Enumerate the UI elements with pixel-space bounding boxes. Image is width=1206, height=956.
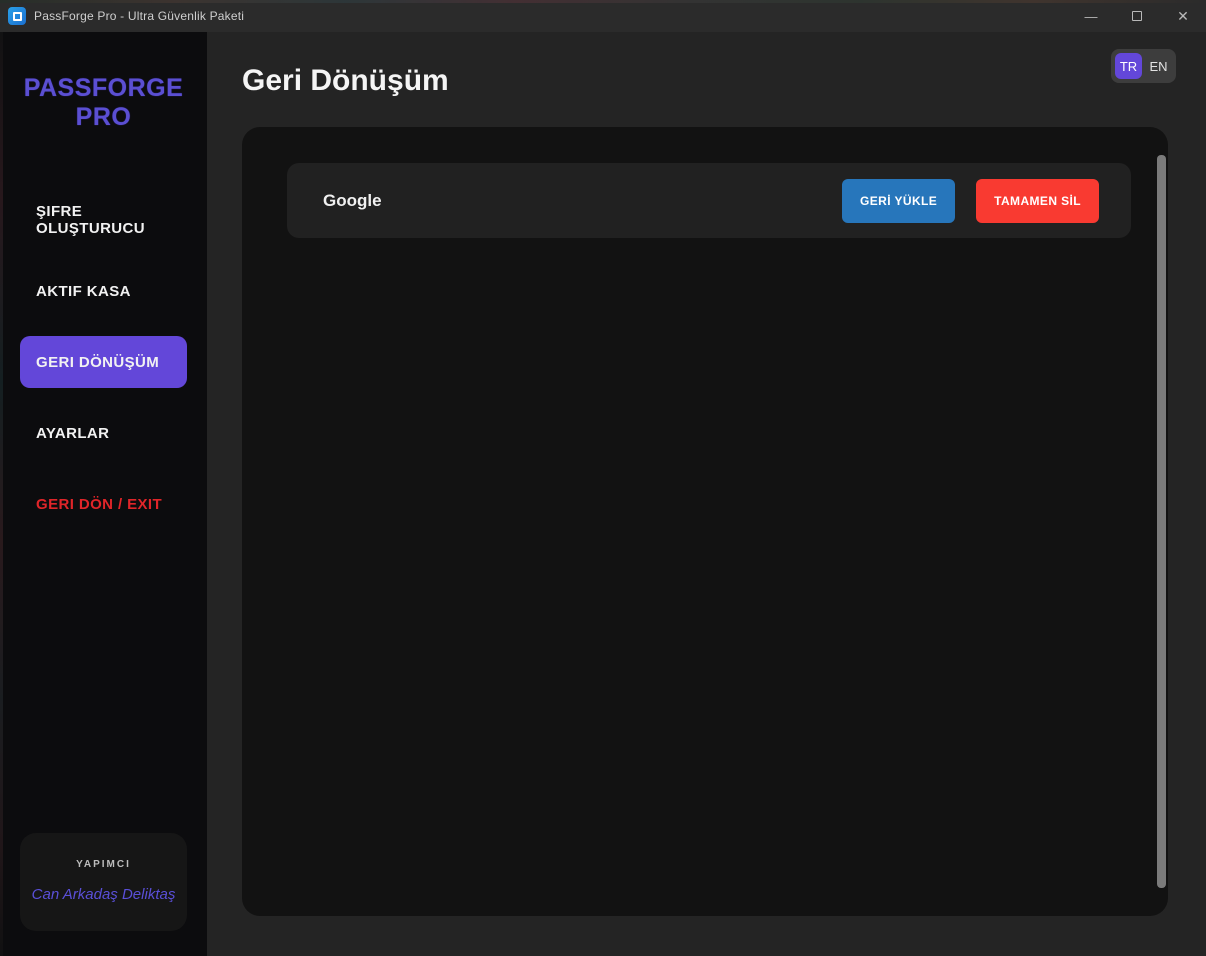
- maximize-button[interactable]: [1114, 0, 1160, 32]
- sidebar-item-recycle-bin[interactable]: GERI DÖNÜŞÜM: [20, 336, 187, 388]
- recycle-item-row: Google GERİ YÜKLE TAMAMEN SİL: [287, 163, 1131, 238]
- maker-name: Can Arkadaş Deliktaş: [28, 886, 179, 903]
- language-button-tr[interactable]: TR: [1115, 53, 1142, 79]
- titlebar: PassForge Pro - Ultra Güvenlik Paketi — …: [0, 0, 1206, 32]
- app-icon-inner: [13, 12, 22, 21]
- page-title: Geri Dönüşüm: [242, 64, 449, 98]
- language-toggle: TR EN: [1111, 49, 1176, 83]
- close-icon: ✕: [1177, 8, 1189, 25]
- sidebar-menu: ŞIFRE OLUŞTURUCU AKTIF KASA GERI DÖNÜŞÜM…: [0, 194, 207, 530]
- sidebar-item-label: GERI DÖN / EXIT: [36, 496, 162, 513]
- app-icon: [8, 7, 26, 25]
- sidebar-item-active-vault[interactable]: AKTIF KASA: [20, 265, 187, 317]
- recycle-bin-panel: Google GERİ YÜKLE TAMAMEN SİL: [242, 127, 1168, 916]
- window-controls: — ✕: [1068, 0, 1206, 32]
- sidebar-item-label: AKTIF KASA: [36, 283, 131, 300]
- language-button-en[interactable]: EN: [1145, 53, 1172, 79]
- sidebar: PASSFORGE PRO ŞIFRE OLUŞTURUCU AKTIF KAS…: [0, 32, 207, 956]
- maker-title: YAPIMCI: [28, 859, 179, 870]
- app-logo: PASSFORGE PRO: [0, 74, 207, 132]
- sidebar-item-label: AYARLAR: [36, 425, 109, 442]
- scrollbar-thumb[interactable]: [1157, 155, 1166, 888]
- window-title: PassForge Pro - Ultra Güvenlik Paketi: [34, 9, 244, 23]
- sidebar-item-label: GERI DÖNÜŞÜM: [36, 354, 159, 371]
- delete-permanently-button[interactable]: TAMAMEN SİL: [976, 179, 1099, 223]
- sidebar-item-exit[interactable]: GERI DÖN / EXIT: [20, 478, 187, 530]
- maximize-icon: [1132, 11, 1142, 21]
- maker-card: YAPIMCI Can Arkadaş Deliktaş: [20, 833, 187, 931]
- window-left-edge-decoration: [0, 32, 3, 956]
- close-button[interactable]: ✕: [1160, 0, 1206, 32]
- sidebar-item-label: ŞIFRE OLUŞTURUCU: [36, 203, 187, 237]
- restore-button[interactable]: GERİ YÜKLE: [842, 179, 955, 223]
- sidebar-item-password-generator[interactable]: ŞIFRE OLUŞTURUCU: [20, 194, 187, 246]
- recycle-item-name: Google: [323, 191, 382, 211]
- window-top-edge-decoration: [0, 0, 1206, 3]
- minimize-icon: —: [1085, 9, 1098, 24]
- minimize-button[interactable]: —: [1068, 0, 1114, 32]
- sidebar-item-settings[interactable]: AYARLAR: [20, 407, 187, 459]
- recycle-item-actions: GERİ YÜKLE TAMAMEN SİL: [842, 179, 1099, 223]
